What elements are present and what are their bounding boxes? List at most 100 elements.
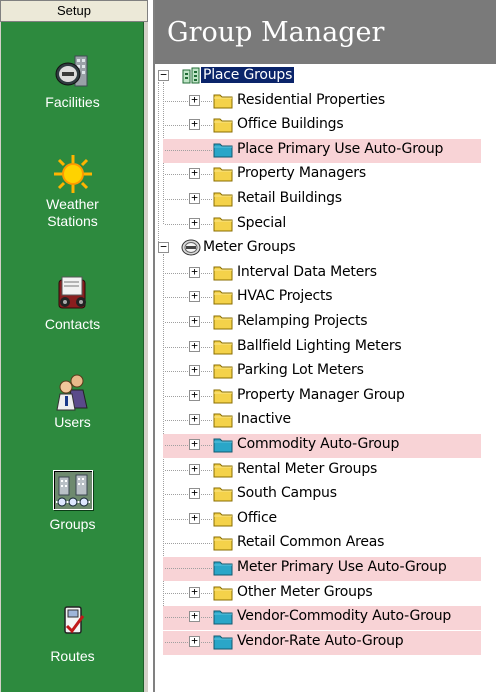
folder-icon bbox=[213, 413, 233, 428]
collapse-toggle[interactable]: − bbox=[158, 69, 169, 81]
expand-toggle[interactable]: + bbox=[189, 389, 200, 401]
folder-icon bbox=[213, 340, 233, 355]
nav-groups[interactable]: Groups bbox=[1, 470, 144, 534]
group-tree[interactable]: − Place Groups + Residential Properties + … bbox=[155, 64, 496, 692]
setup-header[interactable]: Setup bbox=[0, 0, 148, 22]
nav-facilities[interactable]: Facilities bbox=[1, 52, 144, 112]
folder-icon bbox=[213, 315, 233, 330]
users-icon bbox=[55, 374, 88, 411]
setup-sidebar: Setup Facilities Weather Stations Contac… bbox=[0, 0, 148, 692]
expand-toggle[interactable]: + bbox=[189, 290, 200, 303]
expand-toggle[interactable]: + bbox=[189, 340, 200, 352]
tree-item-label[interactable]: Inactive bbox=[237, 411, 291, 427]
tree-item[interactable]: + Rental Meter Groups bbox=[155, 458, 496, 482]
tree-item-label[interactable]: Relamping Projects bbox=[237, 313, 368, 329]
tree-item-label[interactable]: Vendor-Commodity Auto-Group bbox=[237, 608, 451, 624]
auto-group-folder-icon bbox=[213, 610, 233, 625]
tree-connector bbox=[165, 149, 212, 151]
meter-groups-meter-icon bbox=[181, 239, 201, 256]
tree-item[interactable]: + South Campus bbox=[155, 482, 496, 506]
tree-item[interactable]: + Relamping Projects bbox=[155, 310, 496, 334]
tree-item-label[interactable]: Rental Meter Groups bbox=[237, 461, 377, 477]
expand-toggle[interactable]: + bbox=[189, 463, 200, 475]
expand-toggle[interactable]: + bbox=[189, 192, 200, 204]
tree-item-label[interactable]: Retail Buildings bbox=[237, 190, 342, 206]
folder-icon bbox=[213, 118, 233, 133]
tree-root-label[interactable]: Place Groups bbox=[201, 67, 295, 83]
tree-item-label[interactable]: Other Meter Groups bbox=[237, 584, 373, 600]
expand-toggle[interactable]: + bbox=[189, 315, 200, 327]
expand-toggle[interactable]: + bbox=[189, 167, 200, 180]
expand-toggle[interactable]: + bbox=[189, 413, 200, 426]
tree-item-label[interactable]: HVAC Projects bbox=[237, 288, 333, 304]
tree-item[interactable]: Meter Primary Use Auto-Group bbox=[155, 556, 496, 581]
tree-item[interactable]: + HVAC Projects bbox=[155, 285, 496, 309]
expand-toggle[interactable]: + bbox=[189, 266, 200, 278]
tree-item[interactable]: + Residential Properties bbox=[155, 89, 496, 113]
tree-item[interactable]: + Ballfield Lighting Meters bbox=[155, 335, 496, 359]
groups-icon bbox=[55, 474, 90, 507]
folder-icon bbox=[213, 536, 233, 551]
expand-toggle[interactable]: + bbox=[189, 487, 200, 500]
expand-toggle[interactable]: + bbox=[189, 635, 200, 647]
nav-contacts[interactable]: Contacts bbox=[1, 274, 144, 334]
tree-item-label[interactable]: Meter Primary Use Auto-Group bbox=[237, 559, 447, 575]
folder-icon bbox=[213, 266, 233, 281]
nav-routes[interactable]: Routes bbox=[1, 604, 144, 666]
expand-toggle[interactable]: + bbox=[189, 586, 200, 598]
folder-icon bbox=[213, 167, 233, 182]
tree-root-place-groups[interactable]: − Place Groups bbox=[155, 64, 496, 88]
collapse-toggle[interactable]: − bbox=[158, 241, 169, 254]
folder-icon bbox=[213, 94, 233, 109]
tree-item-label[interactable]: Property Manager Group bbox=[237, 387, 405, 403]
tree-item-label[interactable]: Ballfield Lighting Meters bbox=[237, 338, 402, 354]
facilities-icon bbox=[55, 55, 87, 87]
expand-toggle[interactable]: + bbox=[189, 217, 200, 229]
tree-item[interactable]: + Parking Lot Meters bbox=[155, 359, 496, 383]
tree-item[interactable]: + Special bbox=[155, 212, 496, 236]
nav-weather-stations[interactable]: Weather Stations bbox=[1, 154, 144, 231]
nav-groups-label: Groups bbox=[49, 516, 96, 532]
tree-item-label[interactable]: Parking Lot Meters bbox=[237, 362, 364, 378]
tree-item-label[interactable]: Special bbox=[237, 215, 286, 231]
tree-item-label[interactable]: Interval Data Meters bbox=[237, 264, 377, 280]
nav-users[interactable]: Users bbox=[1, 372, 144, 432]
tree-item[interactable]: Retail Common Areas bbox=[155, 531, 496, 555]
tree-item[interactable]: + Property Managers bbox=[155, 162, 496, 186]
folder-icon bbox=[213, 586, 233, 601]
tree-item-label[interactable]: South Campus bbox=[237, 485, 337, 501]
tree-item[interactable]: + Property Manager Group bbox=[155, 384, 496, 408]
tree-item[interactable]: + Vendor-Rate Auto-Group bbox=[155, 630, 496, 655]
expand-toggle[interactable]: + bbox=[189, 610, 200, 623]
expand-toggle[interactable]: + bbox=[189, 364, 200, 377]
folder-icon bbox=[213, 487, 233, 502]
tree-item[interactable]: Place Primary Use Auto-Group bbox=[155, 138, 496, 163]
tree-root-meter-groups[interactable]: − Meter Groups bbox=[155, 236, 496, 260]
nav-contacts-label: Contacts bbox=[44, 316, 101, 332]
tree-item[interactable]: + Office bbox=[155, 507, 496, 531]
tree-item[interactable]: + Commodity Auto-Group bbox=[155, 433, 496, 458]
tree-item-label[interactable]: Office bbox=[237, 510, 277, 526]
tree-item[interactable]: + Inactive bbox=[155, 408, 496, 432]
tree-item-label[interactable]: Residential Properties bbox=[237, 92, 385, 108]
expand-toggle[interactable]: + bbox=[189, 118, 200, 131]
tree-item-label[interactable]: Vendor-Rate Auto-Group bbox=[237, 633, 404, 649]
tree-item-label[interactable]: Property Managers bbox=[237, 165, 366, 181]
tree-item[interactable]: + Interval Data Meters bbox=[155, 261, 496, 285]
groups-active-frame bbox=[52, 470, 93, 510]
tree-item-label[interactable]: Commodity Auto-Group bbox=[237, 436, 399, 452]
auto-group-folder-icon bbox=[213, 635, 233, 650]
tree-root-label[interactable]: Meter Groups bbox=[203, 239, 296, 255]
tree-item[interactable]: + Retail Buildings bbox=[155, 187, 496, 211]
nav-routes-label: Routes bbox=[50, 648, 95, 664]
tree-item[interactable]: + Other Meter Groups bbox=[155, 581, 496, 605]
expand-toggle[interactable]: + bbox=[189, 94, 200, 106]
folder-icon bbox=[213, 463, 233, 478]
expand-toggle[interactable]: + bbox=[189, 438, 200, 450]
tree-item-label[interactable]: Retail Common Areas bbox=[237, 534, 384, 550]
tree-item-label[interactable]: Office Buildings bbox=[237, 116, 344, 132]
tree-item[interactable]: + Office Buildings bbox=[155, 113, 496, 137]
expand-toggle[interactable]: + bbox=[189, 512, 200, 524]
tree-item[interactable]: + Vendor-Commodity Auto-Group bbox=[155, 605, 496, 631]
tree-item-label[interactable]: Place Primary Use Auto-Group bbox=[237, 141, 443, 157]
